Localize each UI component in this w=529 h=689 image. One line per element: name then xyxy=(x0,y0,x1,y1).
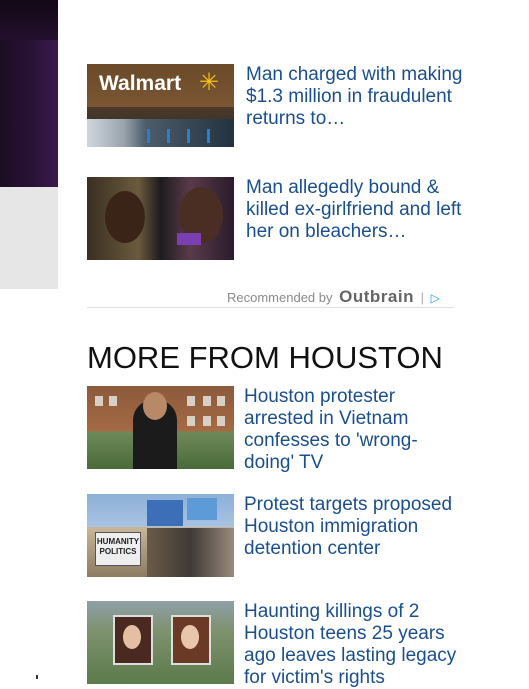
walmart-logo: Walmart xyxy=(99,72,182,95)
story-headline[interactable]: Man allegedly bound & killed ex-girlfrie… xyxy=(246,177,466,243)
separator: | xyxy=(420,290,424,305)
left-gray-block xyxy=(0,187,58,289)
walmart-spark-icon: ✳ xyxy=(199,69,220,96)
section-title: MORE FROM HOUSTON xyxy=(87,340,443,375)
recommended-label: Recommended by xyxy=(227,290,333,305)
parking-lot xyxy=(87,119,234,147)
recommended-by-outbrain[interactable]: Recommended by Outbrain | ▷ xyxy=(227,287,440,307)
story-thumbnail[interactable] xyxy=(87,601,234,684)
story-headline[interactable]: Haunting killings of 2 Houston teens 25 … xyxy=(244,601,464,689)
outbrain-logo[interactable]: Outbrain xyxy=(339,287,414,306)
ad-choices-icon[interactable]: ▷ xyxy=(431,291,440,305)
stray-mark xyxy=(36,675,38,679)
story-thumbnail[interactable] xyxy=(87,386,234,469)
story-headline[interactable]: Man charged with making $1.3 million in … xyxy=(246,64,466,130)
protest-sign: HUMANITY POLITICS xyxy=(95,532,141,566)
story-thumbnail[interactable] xyxy=(87,177,234,260)
story-thumbnail[interactable]: Walmart ✳ xyxy=(87,64,234,147)
story-thumbnail[interactable]: HUMANITY POLITICS xyxy=(87,494,234,577)
story-headline[interactable]: Houston protester arrested in Vietnam co… xyxy=(244,386,464,474)
left-video-panel[interactable] xyxy=(0,0,58,187)
story-headline[interactable]: Protest targets proposed Houston immigra… xyxy=(244,494,464,560)
section-divider xyxy=(87,307,454,308)
